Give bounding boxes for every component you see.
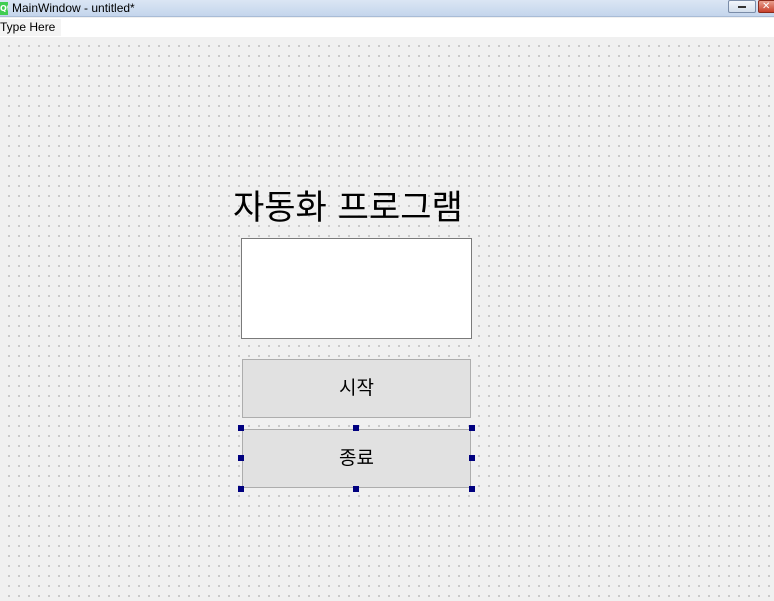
selection-handle-middle-right[interactable] xyxy=(469,455,475,461)
selection-handle-middle-left[interactable] xyxy=(238,455,244,461)
heading-label[interactable]: 자동화 프로그램 xyxy=(233,183,493,233)
selection-handle-bottom-right[interactable] xyxy=(469,486,475,492)
start-button[interactable]: 시작 xyxy=(242,359,471,418)
selection-handle-top-left[interactable] xyxy=(238,425,244,431)
window-title: MainWindow - untitled* xyxy=(12,1,135,15)
selection-handle-bottom-center[interactable] xyxy=(353,486,359,492)
selection-handle-bottom-left[interactable] xyxy=(238,486,244,492)
qt-app-icon: Qt xyxy=(0,2,8,15)
text-area-widget[interactable] xyxy=(241,238,472,339)
selection-handle-top-center[interactable] xyxy=(353,425,359,431)
menu-bar: Type Here xyxy=(0,18,774,37)
close-button[interactable]: ✕ xyxy=(758,0,774,13)
menu-type-here-item[interactable]: Type Here xyxy=(0,19,61,36)
window-titlebar[interactable]: Qt MainWindow - untitled* ✕ xyxy=(0,0,774,17)
minimize-button[interactable] xyxy=(728,0,756,13)
selection-handle-top-right[interactable] xyxy=(469,425,475,431)
exit-button[interactable]: 종료 xyxy=(242,429,471,488)
